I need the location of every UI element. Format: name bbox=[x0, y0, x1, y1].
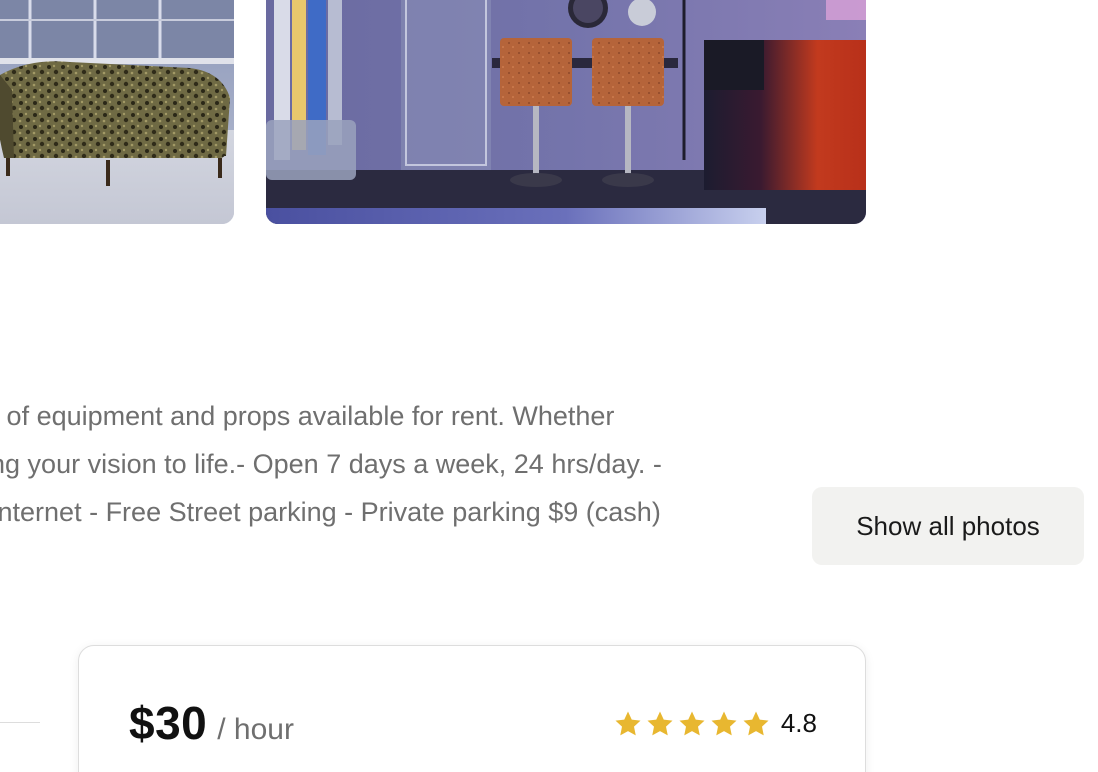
studio-photo-image bbox=[266, 0, 866, 224]
rating-value: 4.8 bbox=[780, 708, 817, 738]
rating-stars bbox=[613, 709, 771, 739]
listing-description: range of equipment and props available f… bbox=[0, 392, 890, 536]
star-icon bbox=[709, 709, 739, 739]
price-unit: / hour bbox=[217, 713, 294, 746]
listing-page: range of equipment and props available f… bbox=[0, 0, 1098, 772]
sofa-photo-image bbox=[0, 0, 234, 224]
section-divider bbox=[0, 722, 40, 723]
listing-photo-sofa[interactable] bbox=[0, 0, 234, 224]
description-line: Fast Internet - Free Street parking - Pr… bbox=[0, 497, 661, 527]
booking-card: $30 / hour 4.8 bbox=[78, 645, 866, 772]
star-icon bbox=[677, 709, 707, 739]
show-all-photos-button[interactable]: Show all photos bbox=[812, 487, 1084, 565]
description-line: range of equipment and props available f… bbox=[0, 401, 615, 431]
rating: 4.8 bbox=[613, 708, 817, 739]
price-amount: $30 bbox=[129, 697, 208, 749]
star-icon bbox=[645, 709, 675, 739]
listing-photo-studio[interactable] bbox=[266, 0, 866, 224]
price-row: $30 / hour bbox=[129, 696, 294, 750]
star-icon bbox=[741, 709, 771, 739]
description-line: to bring your vision to life.- Open 7 da… bbox=[0, 449, 662, 479]
star-icon bbox=[613, 709, 643, 739]
